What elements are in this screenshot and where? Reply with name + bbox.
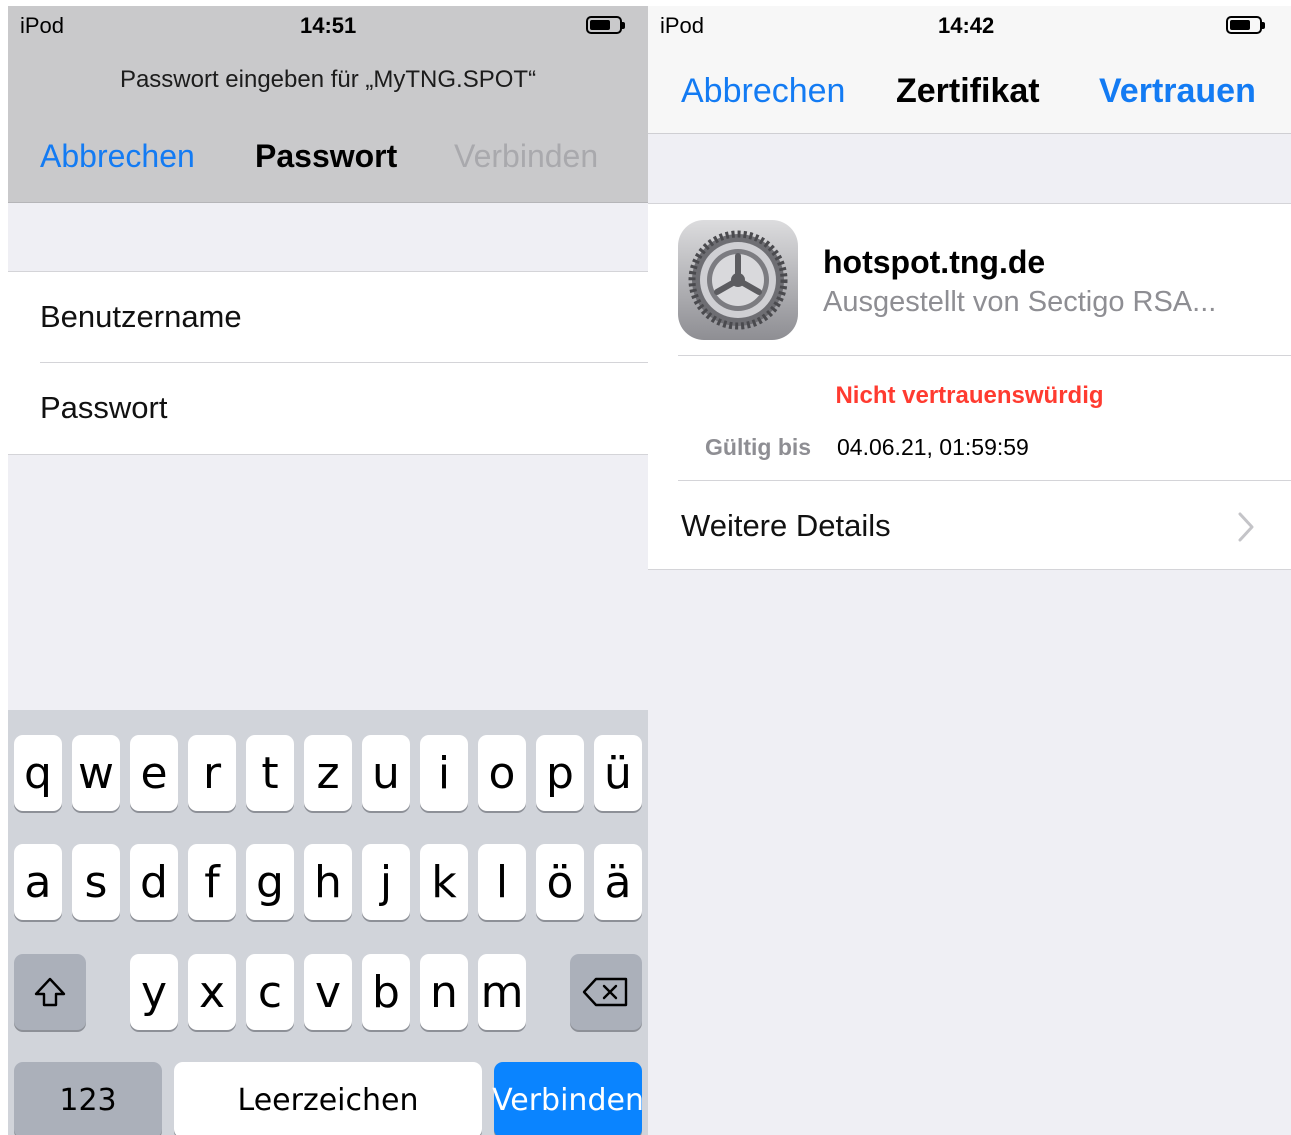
settings-gear-icon [678,220,798,340]
key-oe[interactable]: ö [536,844,584,920]
certificate-name: hotspot.tng.de [823,244,1046,280]
trust-button[interactable]: Vertrauen [1099,72,1256,111]
card-divider [678,355,1291,356]
key-z[interactable]: z [304,735,352,811]
cancel-button[interactable]: Abbrechen [681,72,845,111]
certificate-card: hotspot.tng.de Ausgestellt von Sectigo R… [648,203,1291,570]
key-c[interactable]: c [246,954,294,1030]
key-y[interactable]: y [130,954,178,1030]
connect-button[interactable]: Verbinden [454,138,598,175]
page-title: Zertifikat [896,72,1040,110]
shift-key[interactable] [14,954,86,1030]
numbers-key[interactable]: 123 [14,1062,162,1135]
return-connect-key[interactable]: Verbinden [492,1062,644,1135]
password-field[interactable]: Passwort [40,390,167,426]
password-header: iPod 14:51 Passwort eingeben für „MyTNG.… [8,6,648,203]
chevron-right-icon [1238,512,1254,542]
valid-until-value: 04.06.21, 01:59:59 [837,434,1029,460]
username-field[interactable]: Benutzername [40,299,242,335]
delete-key[interactable] [570,954,642,1030]
trust-status: Nicht vertrauenswürdig [835,382,1104,409]
key-l[interactable]: l [478,844,526,920]
keyboard: q w e r t z u i o p ü a s d f g h j k l … [8,710,648,1135]
form-divider [40,362,648,363]
more-details-label: Weitere Details [681,508,891,543]
status-time: 14:42 [938,13,995,38]
key-w[interactable]: w [72,735,120,811]
battery-icon [1226,16,1265,34]
key-u[interactable]: u [362,735,410,811]
key-t[interactable]: t [246,735,294,811]
key-a[interactable]: a [14,844,62,920]
space-key[interactable]: Leerzeichen [174,1062,482,1135]
key-s[interactable]: s [72,844,120,920]
key-e[interactable]: e [130,735,178,811]
certificate-issuer: Ausgestellt von Sectigo RSA... [823,286,1217,318]
key-n[interactable]: n [420,954,468,1030]
key-j[interactable]: j [362,844,410,920]
key-m[interactable]: m [478,954,526,1030]
key-b[interactable]: b [362,954,410,1030]
key-r[interactable]: r [188,735,236,811]
credentials-form: Benutzername Passwort [8,271,648,455]
backspace-icon [582,977,628,1007]
battery-icon [586,16,625,34]
wifi-password-screen: iPod 14:51 Passwort eingeben für „MyTNG.… [8,6,648,1135]
key-ae[interactable]: ä [594,844,642,920]
key-o[interactable]: o [478,735,526,811]
key-v[interactable]: v [304,954,352,1030]
key-x[interactable]: x [188,954,236,1030]
cancel-button[interactable]: Abbrechen [40,138,195,175]
status-time: 14:51 [300,13,357,38]
key-g[interactable]: g [246,844,294,920]
key-i[interactable]: i [420,735,468,811]
password-prompt: Passwort eingeben für „MyTNG.SPOT“ [119,66,537,93]
more-details-row[interactable]: Weitere Details [648,481,1291,569]
status-carrier: iPod [660,13,705,38]
page-title: Passwort [255,138,398,174]
key-q[interactable]: q [14,735,62,811]
key-p[interactable]: p [536,735,584,811]
status-carrier: iPod [20,13,65,38]
key-ue[interactable]: ü [594,735,642,811]
key-h[interactable]: h [304,844,352,920]
key-f[interactable]: f [188,844,236,920]
key-k[interactable]: k [420,844,468,920]
certificate-screen: iPod 14:42 Abbrechen Zertifikat Vertraue… [648,6,1291,1135]
shift-icon [34,977,66,1007]
certificate-header: iPod 14:42 Abbrechen Zertifikat Vertraue… [648,6,1291,134]
key-d[interactable]: d [130,844,178,920]
valid-until-label: Gültig bis [705,434,812,460]
